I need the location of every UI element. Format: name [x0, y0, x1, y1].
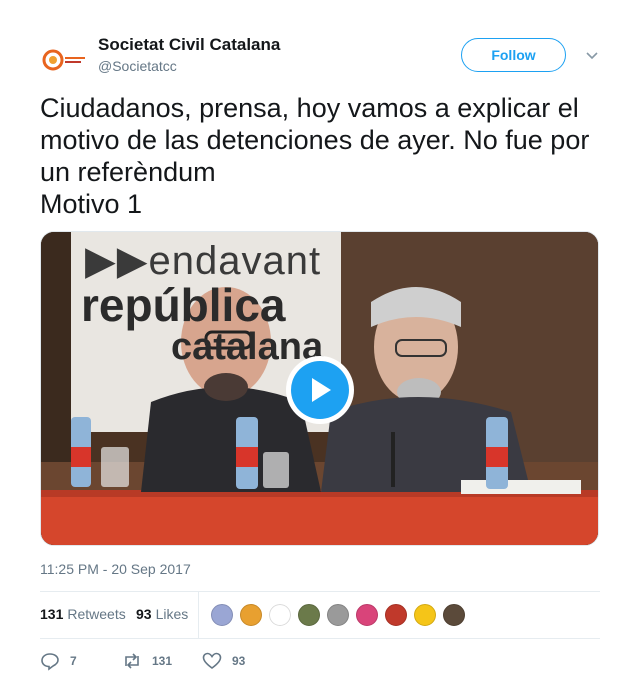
liker-avatar-8[interactable]: [413, 603, 437, 627]
follow-button[interactable]: Follow: [461, 38, 566, 72]
author-name[interactable]: Societat Civil Catalana: [98, 35, 280, 55]
author-handle[interactable]: @Societatcc: [98, 58, 177, 74]
tweet-header: Societat Civil Catalana @Societatcc Foll…: [40, 34, 600, 84]
likes-label: Likes: [155, 606, 189, 622]
play-icon: [291, 361, 349, 419]
retweet-icon: [125, 653, 139, 669]
stats-separator: [198, 592, 199, 638]
tweet-text: Ciudadanos, prensa, hoy vamos a explicar…: [40, 93, 590, 219]
reply-button[interactable]: 7: [40, 648, 77, 674]
retweet-button[interactable]: 131: [122, 648, 172, 674]
scc-logo-icon: [42, 49, 85, 71]
tweet-stats: 131 Retweets 93 Likes: [40, 592, 600, 638]
liker-avatar-1[interactable]: [210, 603, 234, 627]
liker-avatar-6[interactable]: [355, 603, 379, 627]
tweet-actions: 7 131 93: [40, 648, 600, 674]
like-button[interactable]: 93: [202, 648, 245, 674]
liker-avatar-7[interactable]: [384, 603, 408, 627]
tweet-timestamp[interactable]: 11:25 PM - 20 Sep 2017: [40, 561, 191, 577]
chevron-down-icon[interactable]: [585, 48, 599, 62]
author-avatar[interactable]: [40, 36, 88, 84]
retweets-count: 131: [40, 606, 64, 622]
liker-avatar-4[interactable]: [297, 603, 321, 627]
divider: [40, 638, 600, 639]
heart-icon: [202, 652, 222, 669]
reply-icon: [41, 653, 59, 671]
liker-avatar-5[interactable]: [326, 603, 350, 627]
retweet-count: 131: [152, 654, 173, 668]
retweets-label: Retweets: [67, 606, 126, 622]
liker-avatar-3[interactable]: [268, 603, 292, 627]
play-button[interactable]: [286, 356, 354, 424]
like-count: 93: [232, 654, 246, 668]
likes-stat[interactable]: 93 Likes: [136, 606, 188, 622]
banner-text-republica: república: [81, 279, 286, 331]
reply-count: 7: [70, 654, 77, 668]
liker-avatar-9[interactable]: [442, 603, 466, 627]
likes-count: 93: [136, 606, 152, 622]
liker-avatar-2[interactable]: [239, 603, 263, 627]
retweets-stat[interactable]: 131 Retweets: [40, 606, 126, 622]
video-player[interactable]: ▶▶endavant república catalana: [40, 231, 599, 546]
